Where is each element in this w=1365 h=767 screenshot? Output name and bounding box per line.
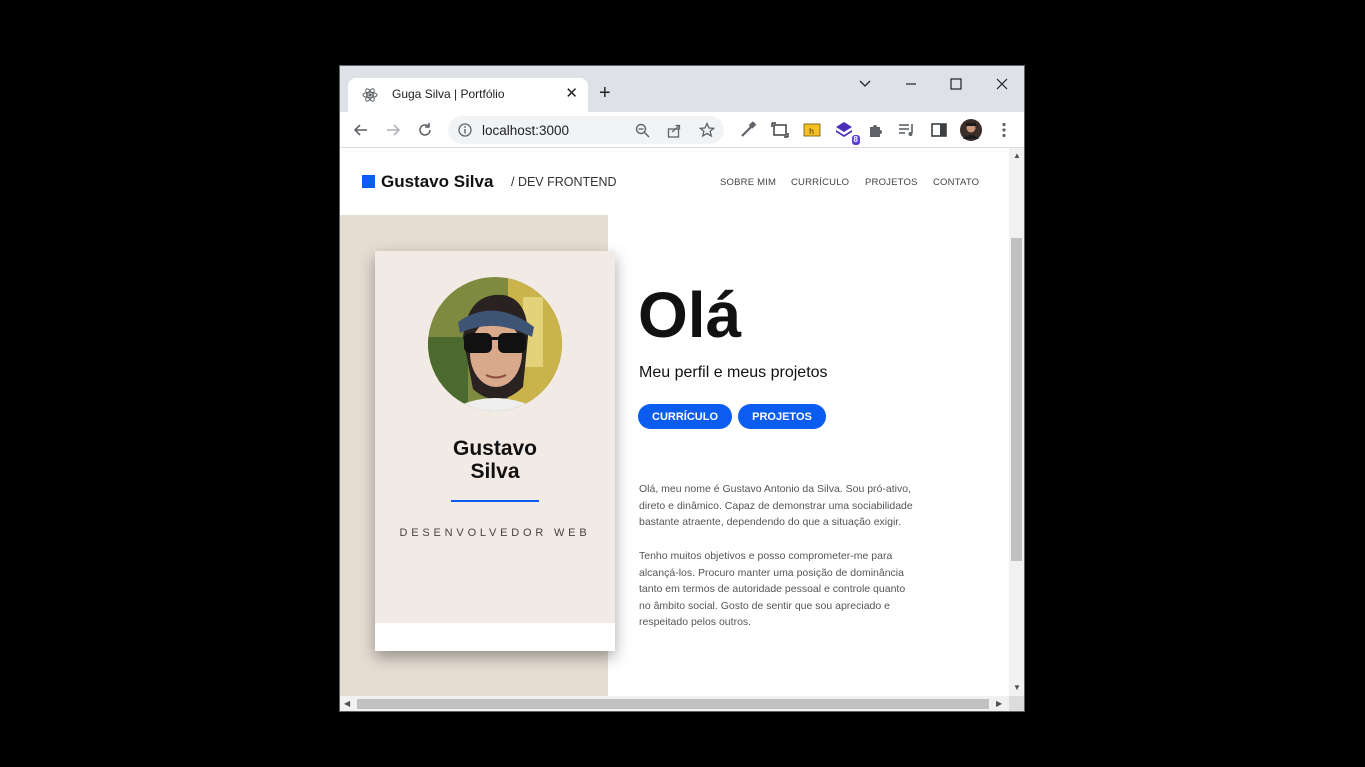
about-p1-line: bastante atraente, dependendo do que a s… [639,516,902,528]
scroll-right-arrow-icon[interactable]: ▶ [996,699,1002,709]
nav-curriculo[interactable]: CURRÍCULO [791,177,849,188]
scroll-up-arrow-icon[interactable]: ▲ [1013,151,1021,161]
scrollbar-corner [1009,696,1024,711]
forward-icon[interactable] [383,120,403,140]
zoom-icon[interactable] [635,123,650,138]
vertical-scroll-thumb[interactable] [1011,238,1022,561]
maximize-icon[interactable] [945,74,967,94]
about-p2-line: no âmbito social. Gosto de sentir que so… [639,599,890,612]
profile-card-body: Gustavo Silva DESENVOLVEDOR WEB [375,251,615,623]
projetos-button[interactable]: PROJETOS [738,404,826,429]
url-text: localhost:3000 [482,123,570,138]
profile-photo [428,277,562,411]
nav-contato[interactable]: CONTATO [933,177,979,188]
about-p2-line: respeitado pelos outros. [639,616,752,628]
react-favicon-icon [362,88,378,102]
share-icon[interactable] [667,123,682,138]
brand-name[interactable]: Gustavo Silva [381,172,493,192]
minimize-icon[interactable] [900,74,922,94]
media-queue-icon[interactable] [897,120,917,140]
scroll-left-arrow-icon[interactable]: ◀ [344,699,350,709]
brand-subtitle: / DEV FRONTEND [511,175,617,189]
nav-projetos[interactable]: PROJETOS [865,177,918,188]
hero-title: Olá [638,279,742,351]
svg-text:h: h [809,127,814,136]
about-p2-line: tanto em termos de autoridade pessoal e … [639,583,906,595]
side-panel-icon[interactable] [929,120,949,140]
profile-avatar[interactable] [960,119,982,141]
about-paragraph-2: Tenho muitos objetivos e posso compromet… [639,548,939,631]
about-p1-line: Olá, meu nome é Gustavo Antonio da Silva… [639,483,911,495]
profile-role: DESENVOLVEDOR WEB [399,527,591,539]
about-paragraph-1: Olá, meu nome é Gustavo Antonio da Silva… [639,481,939,531]
profile-card: Gustavo Silva DESENVOLVEDOR WEB [375,251,615,651]
stack-extension-icon[interactable]: 8 [834,120,860,145]
color-picker-extension-icon[interactable] [738,120,758,140]
browser-tab[interactable]: Guga Silva | Portfólio ✕ [348,78,588,112]
extension-badge: 8 [851,135,860,145]
bookmark-star-icon[interactable] [699,122,715,138]
vertical-scrollbar[interactable]: ▲ ▼ [1009,148,1024,696]
new-tab-icon[interactable]: + [599,82,611,104]
horizontal-scroll-thumb[interactable] [357,699,989,709]
profile-name: Gustavo Silva [375,437,615,483]
reload-icon[interactable] [415,120,435,140]
name-divider [451,500,539,502]
folder-extension-icon[interactable]: h [802,120,822,140]
hero-subtitle: Meu perfil e meus projetos [639,364,828,381]
page-viewport: Gustavo Silva / DEV FRONTEND SOBRE MIM C… [340,148,1009,696]
back-icon[interactable] [351,120,371,140]
about-p1-line: direto e dinâmico. Capaz de demonstrar u… [639,499,913,512]
browser-toolbar: localhost:3000 h 8 [340,112,1024,148]
menu-kebab-icon[interactable] [994,120,1014,140]
browser-window: Guga Silva | Portfólio ✕ + localhost:300… [339,65,1025,712]
close-window-icon[interactable] [991,74,1013,94]
close-tab-icon[interactable]: ✕ [565,85,578,103]
nav-sobre-mim[interactable]: SOBRE MIM [720,177,776,188]
curriculo-button[interactable]: CURRÍCULO [638,404,732,429]
brand-logo-square [362,175,375,188]
address-bar[interactable]: localhost:3000 [448,116,724,144]
site-info-icon[interactable] [458,123,472,137]
about-p2-line: alcançá-los. Procuro manter uma posição … [639,566,904,579]
scroll-down-arrow-icon[interactable]: ▼ [1013,683,1021,693]
profile-name-last: Silva [470,460,520,483]
tab-title: Guga Silva | Portfólio [392,87,505,101]
profile-name-first: Gustavo [452,437,538,460]
tab-search-icon[interactable] [854,74,876,94]
tab-strip: Guga Silva | Portfólio ✕ + [340,66,1024,112]
horizontal-scrollbar[interactable]: ◀ ▶ [340,696,1009,711]
extensions-puzzle-icon[interactable] [866,120,886,140]
screenshot-extension-icon[interactable] [770,120,790,140]
about-p2-line: Tenho muitos objetivos e posso compromet… [639,550,893,562]
